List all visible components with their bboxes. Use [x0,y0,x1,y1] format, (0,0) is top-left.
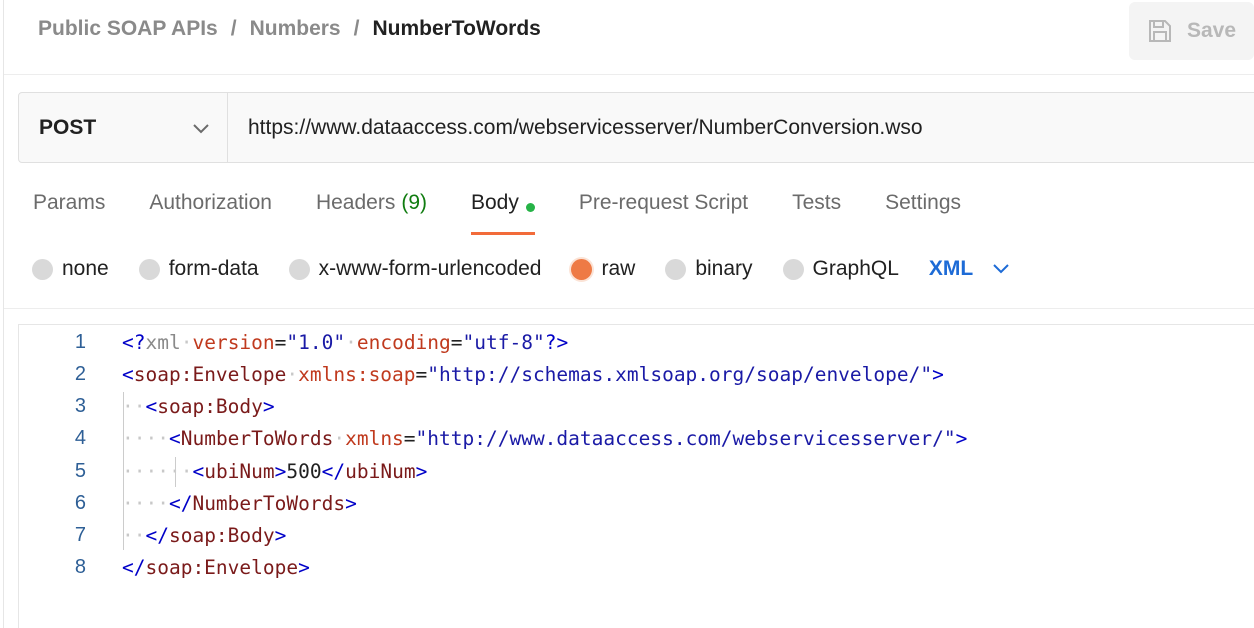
radio-label: binary [695,257,753,280]
line-number: 6 [74,492,86,514]
save-button-label: Save [1187,19,1237,42]
body-type-binary[interactable]: binary [665,257,753,281]
method-select[interactable]: POST [19,93,228,162]
section-divider [4,308,1254,309]
request-tabs: Params Authorization Headers (9) Body Pre… [33,188,1005,235]
code-text: </soap:Envelope> [122,556,310,579]
raw-format-select[interactable]: XML [929,257,1009,281]
indent-guide [175,457,176,487]
radio-button[interactable] [138,258,160,280]
radio-label: GraphQL [812,257,899,280]
radio-button[interactable] [665,258,687,280]
code-text: ··</soap:Body> [122,524,287,547]
code-line: 6 ····</NumberToWords> [19,489,1254,521]
headers-count: (9) [401,191,427,214]
tab-label: Params [33,191,106,214]
body-type-form-data[interactable]: form-data [138,257,259,281]
url-input[interactable]: https://www.dataaccess.com/webservicesse… [228,93,1254,162]
breadcrumb-separator: / [230,17,237,40]
tab-headers[interactable]: Headers (9) [316,188,427,235]
tab-params[interactable]: Params [33,188,105,235]
radio-button[interactable] [288,258,310,280]
breadcrumb-separator: / [353,17,360,40]
line-number: 5 [74,460,86,482]
tab-pre-request-script[interactable]: Pre-request Script [579,188,748,235]
body-type-graphql[interactable]: GraphQL [782,257,899,281]
body-type-urlencoded[interactable]: x-www-form-urlencoded [288,257,542,281]
radio-button-selected[interactable] [571,258,593,280]
line-number: 8 [74,556,86,578]
method-label: POST [39,115,97,139]
tab-label: Tests [792,191,842,214]
tab-label: Headers [315,191,396,214]
body-indicator-dot [525,203,535,212]
save-icon [1149,20,1171,42]
tab-body[interactable]: Body [471,188,535,235]
code-line: 5 ······<ubiNum>500</ubiNum> [19,457,1254,489]
tab-authorization[interactable]: Authorization [149,188,272,235]
code-line: 4 ····<NumberToWords·xmlns="http://www.d… [19,424,1254,456]
radio-button[interactable] [782,258,804,280]
code-line: 7 ··</soap:Body> [19,521,1254,553]
line-number: 3 [74,395,86,417]
code-text: ····</NumberToWords> [122,492,357,515]
code-text: ··<soap:Body> [122,395,275,418]
code-line: 1 <?xml·version="1.0"·encoding="utf-8"?> [19,328,1254,360]
left-border [3,0,4,628]
indent-guide [123,392,124,550]
code-text: ······<ubiNum>500</ubiNum> [122,460,428,483]
code-line: 8 </soap:Envelope> [19,553,1254,585]
code-line: 3 ··<soap:Body> [19,392,1254,424]
radio-button[interactable] [32,258,53,280]
body-type-none[interactable]: none [32,257,109,281]
code-text: <?xml·version="1.0"·encoding="utf-8"?> [122,331,569,354]
breadcrumb-current-request[interactable]: NumberToWords [372,17,540,41]
breadcrumb: Public SOAP APIs / Numbers / NumberToWor… [38,17,541,41]
line-number: 4 [74,427,86,449]
code-editor[interactable]: 1 <?xml·version="1.0"·encoding="utf-8"?>… [18,324,1254,628]
tab-label: Settings [885,191,962,214]
request-header: Public SOAP APIs / Numbers / NumberToWor… [4,0,1254,75]
line-number: 2 [74,363,86,385]
save-button[interactable]: Save [1129,2,1254,60]
tab-tests[interactable]: Tests [792,188,841,235]
body-type-raw[interactable]: raw [571,257,635,281]
line-number: 7 [74,524,86,546]
radio-label: form-data [168,257,259,280]
code-text: <soap:Envelope·xmlns:soap="http://schema… [122,363,944,386]
raw-format-label: XML [928,257,974,280]
chevron-down-icon [993,264,1009,274]
breadcrumb-collection[interactable]: Public SOAP APIs [38,17,218,41]
radio-label: x-www-form-urlencoded [318,257,542,280]
chevron-down-icon [193,123,209,133]
code-text: ····<NumberToWords·xmlns="http://www.dat… [122,427,968,450]
breadcrumb-folder[interactable]: Numbers [250,17,341,41]
tab-settings[interactable]: Settings [885,188,961,235]
tab-label: Pre-request Script [578,191,749,214]
request-url-bar: POST https://www.dataaccess.com/webservi… [18,92,1254,163]
tab-label: Body [471,191,519,214]
body-type-selector: none form-data x-www-form-urlencoded raw… [32,257,1009,281]
radio-label: none [62,257,109,280]
code-line: 2 <soap:Envelope·xmlns:soap="http://sche… [19,360,1254,392]
tab-label: Authorization [149,191,272,214]
line-number: 1 [74,331,86,353]
radio-label: raw [601,257,636,280]
